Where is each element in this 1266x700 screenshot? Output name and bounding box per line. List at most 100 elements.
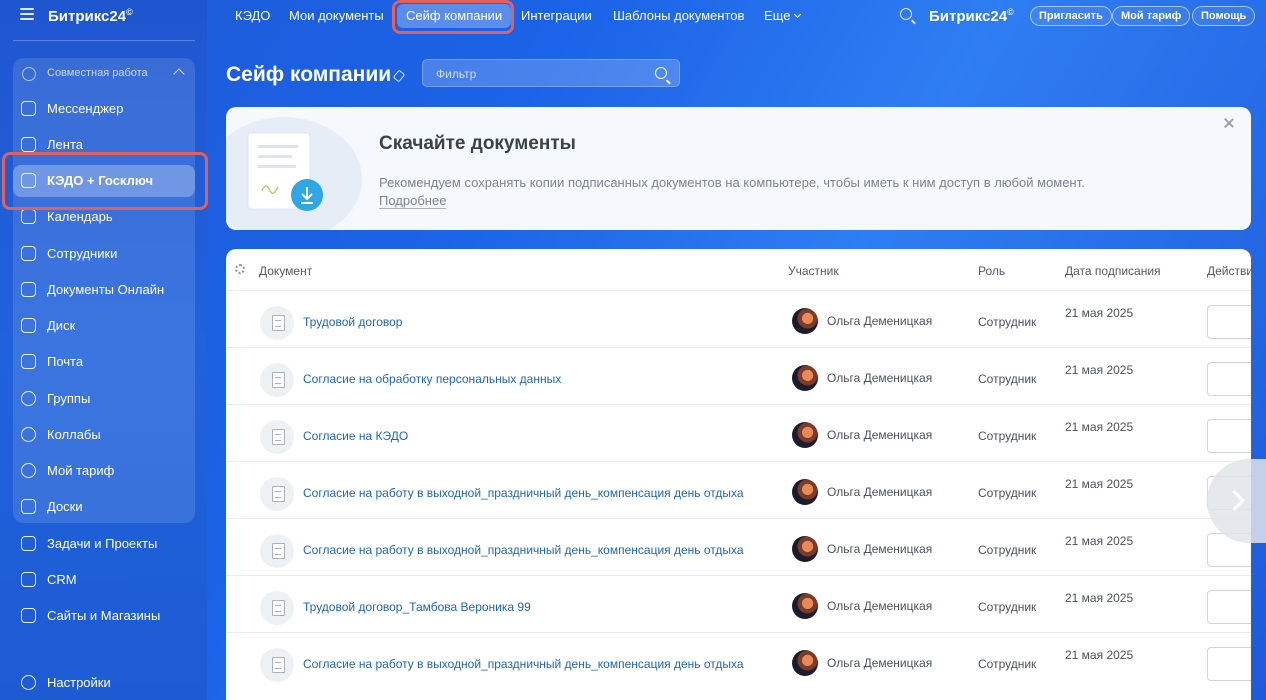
- column-header-participant[interactable]: Участник: [788, 264, 839, 278]
- participant-name[interactable]: Ольга Деменицкая: [827, 428, 932, 442]
- document-link[interactable]: Согласие на обработку персональных данны…: [303, 372, 561, 386]
- avatar: [792, 365, 818, 391]
- table-row: Согласие на работу в выходной_праздничны…: [226, 518, 1251, 575]
- table-row: Согласие на КЭДО Ольга Деменицкая Сотруд…: [226, 404, 1251, 461]
- invite-button[interactable]: Пригласить: [1030, 6, 1112, 26]
- sidebar-item-groups[interactable]: Группы: [13, 383, 195, 415]
- filter-input[interactable]: Фильтр: [422, 59, 680, 87]
- top-navigation: КЭДО Мои документы Сейф компании Интегра…: [207, 0, 1266, 32]
- action-button[interactable]: [1207, 362, 1251, 396]
- close-icon[interactable]: [1224, 118, 1234, 128]
- sidebar-item-employees[interactable]: Сотрудники: [13, 238, 195, 270]
- sidebar-item-collabs[interactable]: Коллабы: [13, 419, 195, 451]
- document-link[interactable]: Согласие на работу в выходной_праздничны…: [303, 486, 744, 500]
- sidebar-item-tasks[interactable]: Задачи и Проекты: [13, 528, 195, 560]
- sidebar-item-label: Группы: [47, 391, 91, 406]
- role-cell: Сотрудник: [978, 600, 1037, 614]
- column-header-actions: Действи: [1207, 264, 1251, 278]
- sidebar-item-label: Мессенджер: [47, 101, 124, 116]
- documents-table: Документ Участник Роль Дата подписания Д…: [226, 249, 1251, 700]
- search-icon[interactable]: [655, 67, 667, 79]
- date-cell: 21 мая 2025: [1065, 306, 1134, 320]
- sidebar-item-label: Коллабы: [47, 427, 101, 442]
- chevron-up-icon[interactable]: [173, 68, 185, 80]
- tab-kedo[interactable]: КЭДО: [235, 8, 270, 23]
- document-icon: [260, 420, 294, 454]
- tab-my-documents[interactable]: Мои документы: [289, 8, 384, 23]
- action-button[interactable]: [1207, 305, 1251, 339]
- tab-more-label: Еще: [764, 8, 791, 23]
- date-cell: 21 мая 2025: [1065, 420, 1134, 434]
- brand-logo: Битрикс24©: [929, 7, 1014, 25]
- crm-icon: [21, 572, 36, 587]
- role-cell: Сотрудник: [978, 657, 1037, 671]
- menu-burger-icon[interactable]: [20, 8, 34, 20]
- banner-text: Рекомендуем сохранять копии подписанных …: [379, 175, 1085, 190]
- participant-name[interactable]: Ольга Деменицкая: [827, 371, 932, 385]
- sidebar-item-sites[interactable]: Сайты и Магазины: [13, 600, 195, 632]
- action-button[interactable]: [1207, 590, 1251, 624]
- logo-mark: ©: [126, 7, 133, 17]
- participant-name[interactable]: Ольга Деменицкая: [827, 314, 932, 328]
- document-link[interactable]: Трудовой договор_Тамбова Вероника 99: [303, 600, 531, 614]
- sidebar-group-header[interactable]: Совместная работа: [13, 58, 195, 90]
- learn-more-link[interactable]: Подробнее: [379, 193, 447, 209]
- sidebar-item-docs-online[interactable]: Документы Онлайн: [13, 274, 195, 306]
- avatar: [792, 308, 818, 334]
- avatar: [792, 593, 818, 619]
- sidebar-item-mail[interactable]: Почта: [13, 346, 195, 378]
- sidebar-item-boards[interactable]: Доски: [13, 491, 195, 523]
- document-link[interactable]: Трудовой договор: [303, 315, 402, 329]
- document-icon: [260, 534, 294, 568]
- sidebar-logo[interactable]: Битрикс24©: [48, 7, 133, 25]
- avatar: [792, 536, 818, 562]
- help-button[interactable]: Помощь: [1192, 6, 1256, 26]
- my-tariff-button[interactable]: Мой тариф: [1112, 6, 1191, 26]
- action-button[interactable]: [1207, 419, 1251, 453]
- sidebar-item-label: Настройки: [47, 675, 111, 690]
- avatar: [792, 479, 818, 505]
- avatar: [792, 422, 818, 448]
- column-header-date[interactable]: Дата подписания: [1065, 264, 1161, 278]
- document-icon: [260, 477, 294, 511]
- highlight-frame-sidebar: [2, 152, 208, 210]
- groups-icon: [21, 391, 36, 406]
- column-header-role[interactable]: Роль: [978, 264, 1005, 278]
- sidebar-item-label: Мой тариф: [47, 463, 115, 478]
- pin-icon[interactable]: [392, 69, 406, 83]
- role-cell: Сотрудник: [978, 429, 1037, 443]
- sidebar-item-disk[interactable]: Диск: [13, 310, 195, 342]
- tab-document-templates[interactable]: Шаблоны документов: [613, 8, 744, 23]
- sidebar-item-tariff[interactable]: Мой тариф: [13, 455, 195, 487]
- settings-icon: [21, 675, 36, 690]
- docs-online-icon: [21, 282, 36, 297]
- date-cell: 21 мая 2025: [1065, 534, 1134, 548]
- page-title: Сейф компании: [226, 63, 392, 86]
- tab-integrations[interactable]: Интеграции: [521, 8, 592, 23]
- document-link[interactable]: Согласие на работу в выходной_праздничны…: [303, 543, 744, 557]
- table-row: Согласие на работу в выходной_праздничны…: [226, 461, 1251, 518]
- gear-icon[interactable]: [235, 264, 245, 274]
- sidebar-item-settings[interactable]: Настройки: [13, 667, 195, 699]
- action-button[interactable]: [1207, 647, 1251, 681]
- sidebar-item-crm[interactable]: CRM: [13, 564, 195, 596]
- column-header-document[interactable]: Документ: [259, 264, 312, 278]
- banner-title: Скачайте документы: [379, 133, 576, 154]
- sidebar: Битрикс24© Совместная работа Мессенджер …: [0, 0, 207, 700]
- document-link[interactable]: Согласие на работу в выходной_праздничны…: [303, 657, 744, 671]
- participant-name[interactable]: Ольга Деменицкая: [827, 542, 932, 556]
- sidebar-item-messenger[interactable]: Мессенджер: [13, 93, 195, 125]
- date-cell: 21 мая 2025: [1065, 363, 1134, 377]
- search-icon[interactable]: [900, 8, 912, 20]
- document-link[interactable]: Согласие на КЭДО: [303, 429, 408, 443]
- date-cell: 21 мая 2025: [1065, 648, 1134, 662]
- participant-name[interactable]: Ольга Деменицкая: [827, 599, 932, 613]
- collab-icon: [21, 427, 36, 442]
- participant-name[interactable]: Ольга Деменицкая: [827, 656, 932, 670]
- participant-name[interactable]: Ольга Деменицкая: [827, 485, 932, 499]
- sidebar-group-label: Совместная работа: [47, 67, 148, 79]
- date-cell: 21 мая 2025: [1065, 477, 1134, 491]
- tab-more[interactable]: Еще: [764, 8, 802, 23]
- chevron-down-icon: [794, 10, 802, 19]
- document-icon: [260, 591, 294, 625]
